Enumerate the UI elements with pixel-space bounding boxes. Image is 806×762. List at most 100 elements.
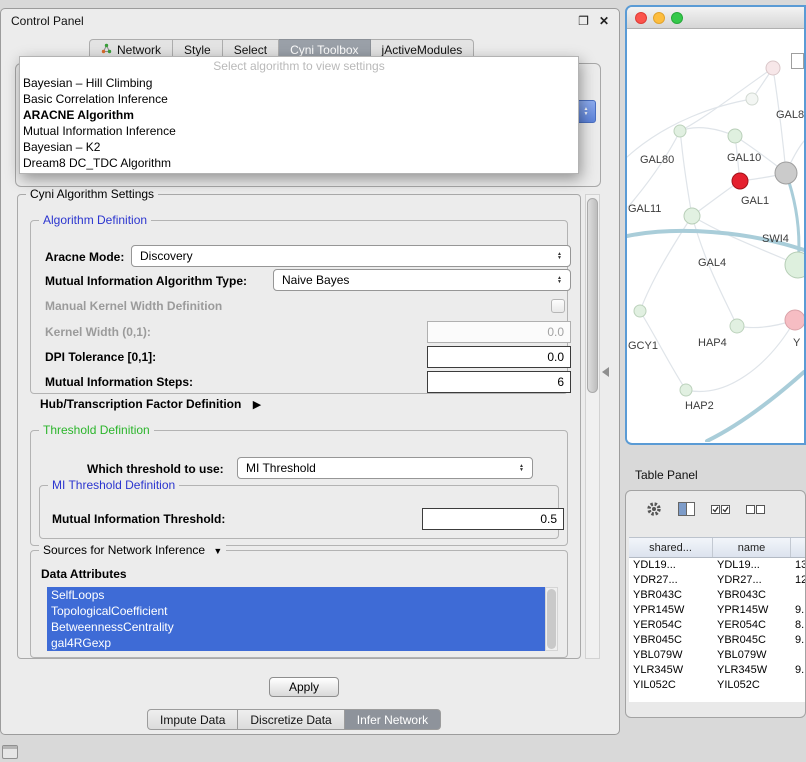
network-node-label[interactable]: GAL1 [741,195,769,207]
mi-threshold-input[interactable] [422,508,564,530]
data-attributes-list: SelfLoopsTopologicalCoefficientBetweenne… [47,587,545,651]
mi-threshold-label: Mutual Information Threshold: [52,512,225,526]
table-row[interactable]: YBL079WYBL079W [629,648,806,663]
panel-collapse-arrow-icon[interactable] [602,367,609,377]
attribute-item-topologicalcoefficient[interactable]: TopologicalCoefficient [47,603,545,619]
deselect-all-columns-icon[interactable] [746,502,765,520]
table-cell: YBR045C [713,633,791,648]
network-node[interactable] [746,93,758,105]
network-edge[interactable] [680,68,773,131]
network-node[interactable] [766,61,780,75]
network-edge[interactable] [692,181,740,216]
mi-type-label: Mutual Information Algorithm Type: [45,274,247,288]
table-row[interactable]: YBR043CYBR043C [629,588,806,603]
network-node-label[interactable]: GAL8 [776,109,804,121]
column-header-2[interactable] [791,538,806,557]
network-node-label[interactable]: Y [793,337,801,349]
network-node[interactable] [775,162,797,184]
network-edge[interactable] [680,128,735,136]
hub-definition-toggle[interactable]: Hub/Transcription Factor Definition ▶ [40,397,261,411]
table-row[interactable]: YER054CYER054C8. [629,618,806,633]
network-toolbar-fragment[interactable] [791,53,804,69]
settings-scrollbar-thumb[interactable] [587,198,598,393]
network-node[interactable] [732,173,748,189]
network-node-label[interactable]: HAP4 [698,337,727,349]
network-node[interactable] [730,319,744,333]
network-edge[interactable] [680,131,692,216]
table-row[interactable]: YLR345WYLR345W9. [629,663,806,678]
table-row[interactable]: YDR27...YDR27...12 [629,573,806,588]
network-node-label[interactable]: HAP2 [685,400,714,412]
algorithm-dropdown-popup: Select algorithm to view settings Bayesi… [19,56,579,174]
attributes-scrollbar-thumb[interactable] [547,589,556,649]
column-header-0[interactable]: shared... [629,538,713,557]
algorithm-option-bayesian-k2[interactable]: Bayesian – K2 [20,139,578,155]
attributes-scrollbar[interactable] [545,587,558,651]
table-row[interactable]: YBR045CYBR045C9. [629,633,806,648]
algorithm-option-dream8-dc-tdc-algorithm[interactable]: Dream8 DC_TDC Algorithm [20,155,578,171]
zoom-traffic-light[interactable] [671,12,683,24]
algorithm-option-mutual-information-inference[interactable]: Mutual Information Inference [20,123,578,139]
aracne-mode-select[interactable]: Discovery ▲▼ [131,245,571,267]
mi-type-select[interactable]: Naive Bayes ▲▼ [273,269,571,291]
manual-kernel-checkbox[interactable] [551,299,565,313]
close-window-icon[interactable]: ✕ [599,14,609,28]
attribute-item-betweennesscentrality[interactable]: BetweennessCentrality [47,619,545,635]
network-node-label[interactable]: GCY1 [628,340,658,352]
settings-scrollbar[interactable] [585,194,600,659]
show-columns-icon[interactable] [678,502,695,521]
network-node[interactable] [684,208,700,224]
network-node-label[interactable]: GAL10 [727,152,761,164]
algorithm-combo-stepper-fragment[interactable]: ▲ ▼ [576,100,596,123]
table-cell: YBL079W [713,648,791,663]
table-cell: YDL19... [713,558,791,573]
which-threshold-select[interactable]: MI Threshold ▲▼ [237,457,533,479]
sources-group: Sources for Network Inference ▼ Data Att… [30,550,568,658]
mi-steps-label: Mutual Information Steps: [45,375,193,389]
sources-legend[interactable]: Sources for Network Inference ▼ [39,543,226,557]
attribute-item-selfloops[interactable]: SelfLoops [47,587,545,603]
select-all-columns-icon[interactable] [711,502,730,520]
table-cell: YER054C [713,618,791,633]
network-node[interactable] [728,129,742,143]
bottom-tab-impute-data[interactable]: Impute Data [147,709,238,730]
network-edge[interactable] [707,372,804,441]
apply-button[interactable]: Apply [269,677,339,697]
network-node[interactable] [634,305,646,317]
combo-stepper-icon: ▲▼ [557,276,562,285]
minimize-traffic-light[interactable] [653,12,665,24]
kernel-width-input[interactable] [427,321,571,343]
network-edge[interactable] [628,131,680,207]
minimized-panel-icon[interactable] [2,745,18,759]
algorithm-option-basic-correlation-inference[interactable]: Basic Correlation Inference [20,91,578,107]
bottom-tab-infer-network[interactable]: Infer Network [345,709,441,730]
float-window-icon[interactable]: ❐ [578,14,589,28]
column-header-1[interactable]: name [713,538,791,557]
network-edge[interactable] [786,173,799,265]
network-node-label[interactable]: SWI4 [762,233,789,245]
table-cell: YBR045C [629,633,713,648]
network-canvas[interactable]: GAL8 GAL80 GAL10 GAL11 GAL1 SWI4 GAL4 GCY1 HAP4 Y… [627,29,804,442]
table-header-row: shared...name [629,537,806,558]
network-node-label[interactable]: GAL4 [698,257,726,269]
algorithm-option-bayesian-hill-climbing[interactable]: Bayesian – Hill Climbing [20,75,578,91]
attribute-item-gal4rgexp[interactable]: gal4RGexp [47,635,545,651]
network-node[interactable] [785,310,804,330]
algorithm-option-aracne-algorithm[interactable]: ARACNE Algorithm [20,107,578,123]
mi-steps-input[interactable] [427,371,571,393]
network-node[interactable] [680,384,692,396]
table-row[interactable]: YPR145WYPR145W9. [629,603,806,618]
network-canvas-svg[interactable]: GAL8 GAL80 GAL10 GAL11 GAL1 SWI4 GAL4 GCY1 HAP4 Y… [627,29,804,442]
network-node[interactable] [785,252,804,278]
network-node-label[interactable]: GAL11 [628,203,661,215]
network-node-label[interactable]: GAL80 [640,154,674,166]
dpi-tolerance-input[interactable] [427,346,571,368]
dpi-tolerance-label: DPI Tolerance [0,1]: [45,350,156,364]
settings-gear-icon[interactable] [646,501,662,522]
table-row[interactable]: YIL052CYIL052C [629,678,806,693]
table-cell [791,588,806,603]
close-traffic-light[interactable] [635,12,647,24]
network-node[interactable] [674,125,686,137]
bottom-tab-discretize-data[interactable]: Discretize Data [238,709,344,730]
table-row[interactable]: YDL19...YDL19...13 [629,558,806,573]
